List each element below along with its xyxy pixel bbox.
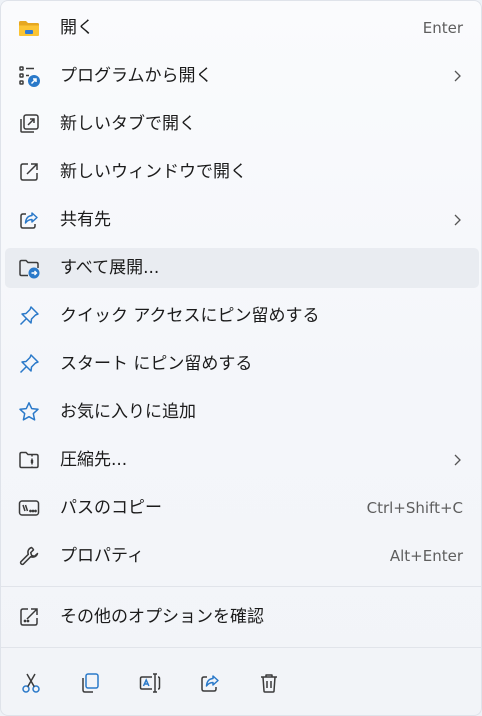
copy-button[interactable] [72,665,108,701]
menu-item-extract-all[interactable]: すべて展開... [5,248,479,288]
menu-item-copy-path[interactable]: パスのコピー Ctrl+Shift+C [5,488,479,528]
menu-item-open[interactable]: 開く Enter [5,8,479,48]
menu-item-properties[interactable]: プロパティ Alt+Enter [5,536,479,576]
more-options-icon [17,605,41,629]
menu-item-label: その他のオプションを確認 [60,607,264,627]
shortcut-text: Alt+Enter [389,547,463,565]
wrench-icon [17,544,41,568]
menu-item-pin-quick-access[interactable]: クイック アクセスにピン留めする [5,296,479,336]
open-with-icon [17,64,41,88]
menu-item-label: スタート にピン留めする [60,354,253,374]
share-button[interactable] [192,665,228,701]
menu-item-label: 新しいウィンドウで開く [60,162,247,182]
chevron-right-icon [449,452,465,468]
shortcut-text: Ctrl+Shift+C [366,499,463,517]
extract-icon [17,256,41,280]
share-icon [201,675,219,692]
folder-icon [17,16,41,40]
menu-item-open-with[interactable]: プログラムから開く [5,56,479,96]
menu-item-label: 新しいタブで開く [60,114,196,134]
menu-item-label: パスのコピー [60,498,162,518]
shortcut-text: Enter [422,19,463,37]
menu-item-open-new-tab[interactable]: 新しいタブで開く [5,104,479,144]
menu-item-label: プログラムから開く [60,66,213,86]
context-menu: 開く Enter プログラムから開く 新しいタブで開く 新しいウィンドウで開く … [0,0,482,716]
menu-item-share-to[interactable]: 共有先 [5,200,479,240]
menu-item-add-favorites[interactable]: お気に入りに追加 [5,392,479,432]
zip-folder-icon [17,448,41,472]
chevron-right-icon [449,212,465,228]
new-window-icon [17,160,41,184]
new-tab-icon [17,112,41,136]
chevron-right-icon [449,68,465,84]
menu-item-open-new-window[interactable]: 新しいウィンドウで開く [5,152,479,192]
copy-path-icon [17,496,41,520]
menu-item-label: 開く [60,18,94,38]
share-icon [17,208,41,232]
scissors-icon [22,673,40,693]
pin-icon [17,304,41,328]
trash-icon [261,674,277,693]
menu-separator [1,647,481,648]
menu-item-label: 共有先 [60,210,111,230]
menu-separator [1,586,481,587]
menu-item-label: プロパティ [60,546,144,566]
star-icon [17,400,41,424]
pin-icon [17,352,41,376]
menu-item-more-options[interactable]: その他のオプションを確認 [5,597,479,637]
rename-icon [139,673,161,693]
menu-item-label: すべて展開... [60,258,160,278]
menu-item-label: お気に入りに追加 [60,402,196,422]
menu-item-label: 圧縮先... [60,450,128,470]
delete-button[interactable] [251,665,287,701]
menu-item-label: クイック アクセスにピン留めする [60,306,320,326]
menu-item-compress-to[interactable]: 圧縮先... [5,440,479,480]
menu-item-pin-start[interactable]: スタート にピン留めする [5,344,479,384]
rename-button[interactable] [132,665,168,701]
copy-icon [82,673,99,693]
cut-button[interactable] [13,665,49,701]
